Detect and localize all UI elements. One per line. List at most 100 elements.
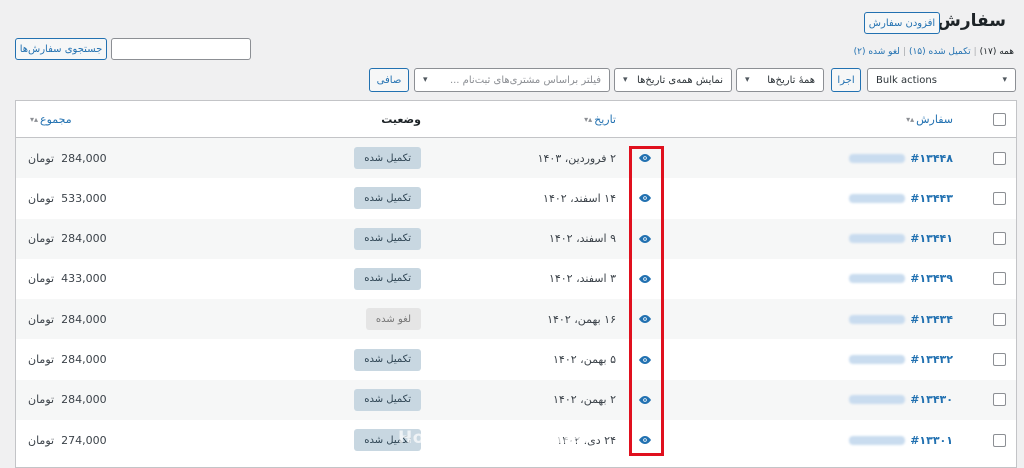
order-total: 274,000 تومان [28,420,107,460]
column-date[interactable]: تاریخ ▴▾ [582,101,616,137]
column-status: وضعیت [381,112,421,126]
chevron-down-icon: ▾ [423,75,428,85]
month-filter-label: نمایش همه‌ی تاریخ‌ها [637,74,723,86]
total-amount: 533,000 [61,191,107,205]
sort-icon: ▴▾ [30,114,39,124]
order-link[interactable]: #۱۳۴۴۳ [849,178,953,218]
currency-label: تومان [28,232,55,246]
order-number[interactable]: #۱۳۴۳۰ [910,393,953,406]
customer-name-blurred [849,234,906,244]
row-checkbox[interactable] [993,299,1006,339]
row-checkbox[interactable] [993,219,1006,259]
month-filter-select[interactable]: نمایش همه‌ی تاریخ‌ها ▾ [614,68,732,92]
total-amount: 284,000 [61,312,107,326]
total-amount: 284,000 [61,393,107,407]
status-cell: تکمیل شده [354,340,421,380]
order-number[interactable]: #۱۳۴۳۹ [910,272,953,285]
table-row[interactable]: #۱۳۴۳۰ ۲ بهمن، ۱۴۰۲ تکمیل شده 284,000 تومان [16,379,1016,420]
order-total: 284,000 تومان [28,219,107,259]
preview-icons-highlight [629,146,664,456]
order-link[interactable]: #۱۳۴۳۲ [849,340,953,380]
status-cell: تکمیل شده [354,259,421,299]
select-all-checkbox[interactable] [993,101,1006,137]
chevron-down-icon: ▾ [745,75,750,85]
order-total: 433,000 تومان [28,259,107,299]
currency-label: تومان [28,393,55,407]
row-checkbox[interactable] [993,380,1006,420]
order-total: 284,000 تومان [28,340,107,380]
order-date: ۲ بهمن، ۱۴۰۲ [553,393,616,407]
order-link[interactable]: #۱۳۴۳۹ [849,259,953,299]
total-amount: 284,000 [61,353,107,366]
date-filter-label: همهٔ تاریخ‌ها [767,74,815,86]
status-badge: تکمیل شده [354,388,421,411]
search-orders-button[interactable]: جستجوی سفارش‌ها [15,38,107,60]
order-date: ۹ اسفند، ۱۴۰۲ [548,232,616,246]
bulk-actions-select[interactable]: Bulk actions ▾ [867,68,1016,92]
order-number[interactable]: #۱۳۴۴۱ [910,232,953,245]
date-filter-select[interactable]: همهٔ تاریخ‌ها ▾ [736,68,824,92]
order-number[interactable]: #۱۳۴۳۲ [910,353,953,366]
order-total: 533,000 تومان [28,178,107,218]
order-date: ۱۶ بهمن، ۱۴۰۲ [547,312,616,326]
chevron-down-icon: ▾ [623,75,628,85]
search-orders-input[interactable] [111,38,251,60]
column-order[interactable]: سفارش ▴▾ [904,101,953,137]
add-order-button[interactable]: افزودن سفارش [864,12,940,34]
total-amount: 284,000 [61,151,107,165]
status-badge: تکمیل شده [354,348,421,371]
order-link[interactable]: #۱۳۴۳۴ [849,299,953,339]
total-amount: 284,000 [61,232,107,246]
order-total: 284,000 تومان [28,138,107,178]
column-total[interactable]: مجموع ▴▾ [28,101,72,137]
row-checkbox[interactable] [993,259,1006,299]
customer-name-blurred [849,435,906,445]
order-link[interactable]: #۱۳۴۴۸ [849,138,953,178]
row-checkbox[interactable] [993,178,1006,218]
table-row[interactable]: #۱۳۴۴۸ ۲ فروردین، ۱۴۰۳ تکمیل شده 284,000 تو… [16,138,1016,178]
table-row[interactable]: #۱۳۴۴۱ ۹ اسفند، ۱۴۰۲ تکمیل شده 284,000 توما… [16,218,1016,259]
apply-button[interactable]: اجرا [831,68,861,92]
table-row[interactable]: #۱۳۴۴۳ ۱۴ اسفند، ۱۴۰۲ تکمیل شده 533,000 توم… [16,178,1016,218]
table-header: سفارش ▴▾ تاریخ ▴▾ وضعیت مجموع ▴▾ [16,101,1016,138]
order-total: 284,000 تومان [28,380,107,420]
customer-filter-select[interactable]: فیلتر براساس مشتری‌های ثبت‌نام ... ▾ [414,68,610,92]
currency-label: تومان [28,151,55,165]
order-status-views: همه (۱۷)|تکمیل شده (۱۵)|لغو شده (۲) [853,47,1014,57]
total-amount: 433,000 [61,272,107,286]
order-date: ۱۴ اسفند، ۱۴۰۲ [543,191,616,205]
status-badge: تکمیل شده [354,267,421,290]
customer-name-blurred [849,314,906,324]
table-row[interactable]: #۱۳۴۳۲ ۵ بهمن، ۱۴۰۲ تکمیل شده 284,000 تومان [16,340,1016,380]
status-badge: تکمیل شده [354,147,421,169]
order-link[interactable]: #۱۳۴۴۱ [849,219,953,259]
view-cancelled[interactable]: لغو شده (۲) [854,47,900,57]
row-checkbox[interactable] [993,340,1006,380]
filter-button[interactable]: صافی [369,68,409,92]
total-amount: 274,000 [61,433,107,447]
status-badge: لغو شده [365,308,421,331]
order-link[interactable]: #۱۳۴۳۰ [849,380,953,420]
chevron-down-icon: ▾ [1002,75,1007,85]
order-date: ۲ فروردین، ۱۴۰۳ [537,151,616,165]
row-checkbox[interactable] [993,420,1006,460]
customer-name-blurred [849,355,906,364]
view-completed[interactable]: تکمیل شده (۱۵) [909,47,971,57]
view-all[interactable]: همه (۱۷) [980,47,1014,57]
customer-name-blurred [849,395,906,405]
row-checkbox[interactable] [993,138,1006,178]
order-number[interactable]: #۱۳۳۰۱ [910,434,953,447]
currency-label: تومان [28,353,55,366]
customer-name-blurred [849,274,906,284]
order-total: 284,000 تومان [28,299,107,339]
watermark: HosseinKazemi.net [398,428,590,448]
order-number[interactable]: #۱۳۴۴۸ [910,152,953,165]
table-row[interactable]: #۱۳۴۳۴ ۱۶ بهمن، ۱۴۰۲ لغو شده 284,000 تومان [16,299,1016,340]
status-cell: تکمیل شده [354,380,421,420]
table-row[interactable]: #۱۳۴۳۹ ۳ اسفند، ۱۴۰۲ تکمیل شده 433,000 توما… [16,259,1016,299]
order-number[interactable]: #۱۳۴۳۴ [910,313,953,326]
currency-label: تومان [28,312,55,326]
order-number[interactable]: #۱۳۴۴۳ [910,192,953,205]
status-cell: لغو شده [365,299,421,339]
order-link[interactable]: #۱۳۳۰۱ [849,420,953,460]
